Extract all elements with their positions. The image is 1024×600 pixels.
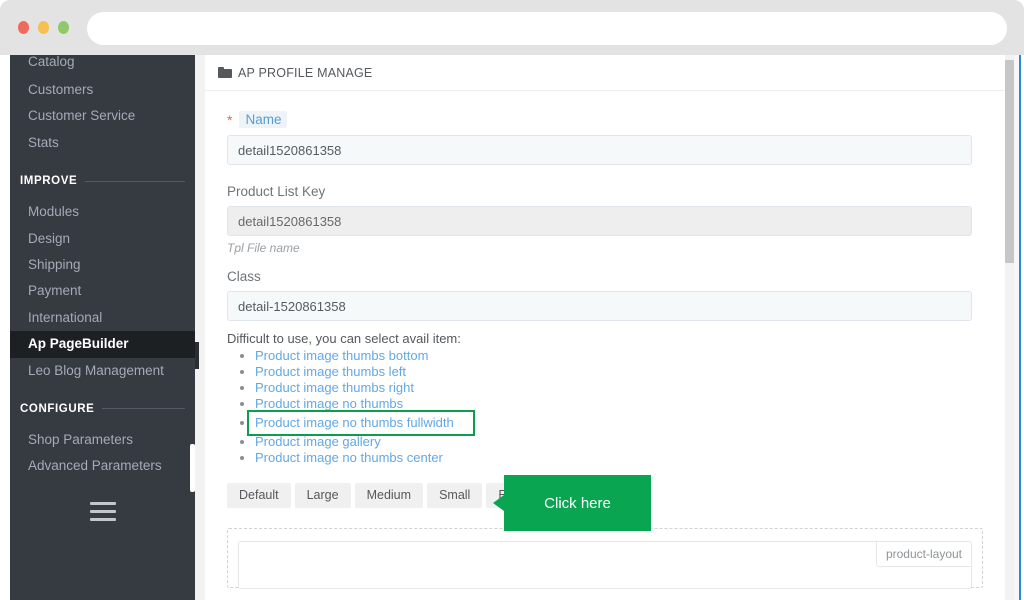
list-item-highlighted: Product image no thumbs fullwidth xyxy=(247,410,983,436)
sidebar-item-catalog[interactable]: Catalog xyxy=(10,55,195,77)
product-list-key-help: Tpl File name xyxy=(227,241,300,255)
maximize-window-button[interactable] xyxy=(58,21,69,34)
list-item: Product image thumbs bottom xyxy=(255,348,983,364)
hamburger-bar xyxy=(89,509,116,513)
sidebar-section-configure-label: CONFIGURE xyxy=(20,402,95,415)
field-class: Class xyxy=(227,269,983,321)
sidebar-item-ap-pagebuilder[interactable]: Ap PageBuilder xyxy=(10,331,195,358)
field-class-label: Class xyxy=(227,269,261,284)
avail-items-list: Product image thumbs bottom Product imag… xyxy=(227,348,983,466)
required-asterisk-icon: * xyxy=(227,111,233,128)
hamburger-bar xyxy=(89,501,116,505)
sidebar-section-improve: IMPROVE xyxy=(10,173,195,189)
sidebar-item-payment[interactable]: Payment xyxy=(10,278,195,304)
sidebar-section-improve-label: IMPROVE xyxy=(20,175,78,188)
size-button-large[interactable]: Large xyxy=(294,483,351,508)
close-window-button[interactable] xyxy=(18,21,29,34)
sidebar-item-shop-parameters[interactable]: Shop Parameters xyxy=(10,427,195,453)
size-button-small[interactable]: Small xyxy=(427,483,483,508)
sidebar-item-leo-blog-management[interactable]: Leo Blog Management xyxy=(10,358,195,384)
sidebar-active-indicator xyxy=(195,342,199,369)
field-name-label: Name xyxy=(239,111,288,128)
list-item: Product image gallery xyxy=(255,434,983,450)
app-root: Catalog Customers Customer Service Stats… xyxy=(0,0,1024,600)
sidebar-item-design[interactable]: Design xyxy=(10,226,195,252)
product-layout-tag: product-layout xyxy=(875,542,971,567)
size-button-default[interactable]: Default xyxy=(227,483,291,508)
click-here-callout: Click here xyxy=(493,475,651,531)
click-here-callout-label: Click here xyxy=(544,494,611,512)
panel-header: AP PROFILE MANAGE xyxy=(205,55,1005,91)
content-scrollbar-thumb[interactable] xyxy=(1005,60,1014,263)
sidebar-section-divider xyxy=(102,408,185,410)
field-product-list-key-label: Product List Key xyxy=(227,184,326,199)
product-layout-block[interactable]: product-layout xyxy=(238,541,972,589)
sidebar-item-shipping[interactable]: Shipping xyxy=(10,252,195,278)
sidebar-item-modules[interactable]: Modules xyxy=(10,199,195,225)
hamburger-bar xyxy=(89,517,116,521)
field-name: * Name xyxy=(227,111,983,165)
hamburger-icon[interactable] xyxy=(89,501,116,521)
folder-icon xyxy=(218,67,232,78)
avail-link-no-thumbs[interactable]: Product image no thumbs xyxy=(255,396,403,412)
sidebar-content-gutter xyxy=(195,55,205,600)
name-input[interactable] xyxy=(227,135,972,165)
sidebar-item-customers[interactable]: Customers xyxy=(10,77,195,103)
minimize-window-button[interactable] xyxy=(38,21,49,34)
class-input[interactable] xyxy=(227,291,972,321)
avail-link-gallery[interactable]: Product image gallery xyxy=(255,434,381,450)
avail-items-intro: Difficult to use, you can select avail i… xyxy=(227,331,461,346)
sidebar-item-advanced-parameters[interactable]: Advanced Parameters xyxy=(10,453,195,479)
browser-chrome xyxy=(0,0,1024,55)
sidebar-section-divider xyxy=(85,180,185,182)
page-body: Catalog Customers Customer Service Stats… xyxy=(0,55,1024,600)
sidebar-item-international[interactable]: International xyxy=(10,305,195,331)
avail-link-no-thumbs-fullwidth[interactable]: Product image no thumbs fullwidth xyxy=(247,410,475,436)
list-item: Product image no thumbs center xyxy=(255,450,983,466)
sidebar-item-customer-service[interactable]: Customer Service xyxy=(10,103,195,129)
avail-link-no-thumbs-center[interactable]: Product image no thumbs center xyxy=(255,450,443,466)
layout-drop-area[interactable]: product-layout xyxy=(227,528,983,589)
avail-link-thumbs-right[interactable]: Product image thumbs right xyxy=(255,380,414,396)
field-name-label-row: * Name xyxy=(227,111,983,128)
list-item: Product image thumbs right xyxy=(255,380,983,396)
field-product-list-key: Product List Key Tpl File name xyxy=(227,184,983,255)
page-scrollbar-thumb[interactable] xyxy=(1019,55,1021,600)
page-title: AP PROFILE MANAGE xyxy=(238,65,373,80)
avail-link-thumbs-bottom[interactable]: Product image thumbs bottom xyxy=(255,348,428,364)
address-bar-input[interactable] xyxy=(87,12,1007,45)
main-sidebar: Catalog Customers Customer Service Stats… xyxy=(10,55,195,600)
window-traffic-lights xyxy=(18,21,69,34)
avail-link-thumbs-left[interactable]: Product image thumbs left xyxy=(255,364,406,380)
list-item: Product image thumbs left xyxy=(255,364,983,380)
product-list-key-input[interactable] xyxy=(227,206,972,236)
sidebar-item-stats[interactable]: Stats xyxy=(10,130,195,156)
size-button-medium[interactable]: Medium xyxy=(354,483,424,508)
list-item: Product image no thumbs xyxy=(255,396,983,412)
sidebar-section-configure: CONFIGURE xyxy=(10,401,195,417)
